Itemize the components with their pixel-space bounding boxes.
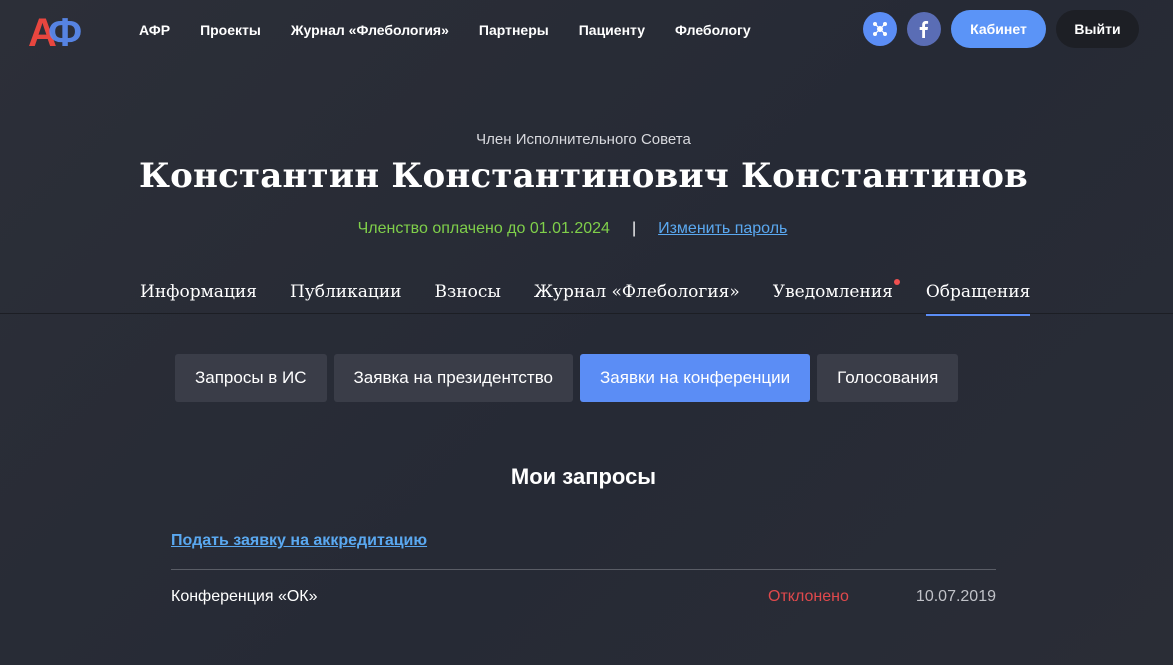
- list-item[interactable]: Конференция «ОК» Отклонено 10.07.2019: [171, 588, 996, 610]
- tab-label: Журнал «Флебология»: [533, 282, 740, 302]
- nav-item-phlebologist[interactable]: Флебологу: [675, 22, 751, 38]
- tab-label: Информация: [140, 282, 257, 302]
- network-social-button[interactable]: [863, 12, 897, 46]
- request-type-tabs: Запросы в ИС Заявка на президентство Зая…: [175, 354, 965, 402]
- tab-information[interactable]: Информация: [140, 282, 257, 316]
- tab-label: Обращения: [925, 282, 1031, 302]
- meta-separator: |: [631, 220, 637, 237]
- facebook-social-button[interactable]: [907, 12, 941, 46]
- nav-item-journal[interactable]: Журнал «Флебология»: [291, 22, 449, 38]
- request-name: Конференция «ОК»: [171, 588, 318, 605]
- notification-dot: [893, 279, 900, 285]
- nav-item-afr[interactable]: АФР: [139, 22, 170, 38]
- tab-fees[interactable]: Взносы: [434, 282, 500, 316]
- tab-requests[interactable]: Обращения: [925, 282, 1031, 316]
- subtab-voting[interactable]: Голосования: [817, 354, 959, 402]
- page-title: Константин Константинович Константинов: [138, 156, 1029, 196]
- tab-label: Публикации: [289, 282, 402, 302]
- section-title: Мои запросы: [510, 464, 657, 489]
- facebook-icon: [919, 21, 929, 38]
- tab-notifications[interactable]: Уведомления: [772, 279, 900, 316]
- request-status: Отклонено: [768, 588, 849, 605]
- nav-item-partners[interactable]: Партнеры: [479, 22, 549, 38]
- tab-label: Взносы: [434, 282, 501, 302]
- site-header: А Ф АФР Проекты Журнал «Флебология» Парт…: [0, 0, 1173, 60]
- change-password-link[interactable]: Изменить пароль: [658, 220, 787, 237]
- main-nav: АФР Проекты Журнал «Флебология» Партнеры…: [139, 22, 781, 38]
- nav-item-projects[interactable]: Проекты: [200, 22, 261, 38]
- tabs-divider: [0, 313, 1173, 314]
- nav-item-patient[interactable]: Пациенту: [579, 22, 645, 38]
- list-divider: [171, 569, 996, 570]
- tab-label: Уведомления: [772, 282, 893, 302]
- subtab-conference-applications[interactable]: Заявки на конференции: [580, 354, 811, 402]
- member-role: Член Исполнительного Совета: [476, 131, 691, 148]
- request-date: 10.07.2019: [915, 588, 996, 605]
- profile-tabs: Информация Публикации Взносы Журнал «Фле…: [140, 279, 1063, 316]
- network-icon: [873, 22, 887, 36]
- subtab-presidency-application[interactable]: Заявка на президентство: [333, 354, 574, 402]
- logout-button[interactable]: Выйти: [1056, 10, 1139, 48]
- apply-accreditation-link[interactable]: Подать заявку на аккредитацию: [171, 532, 427, 550]
- membership-status: Членство оплачено до 01.01.2024: [357, 220, 610, 237]
- tab-publications[interactable]: Публикации: [290, 282, 402, 316]
- profile-meta: Членство оплачено до 01.01.2024 | Изменить…: [0, 220, 1145, 238]
- tab-journal[interactable]: Журнал «Флебология»: [534, 282, 740, 316]
- subtab-council-requests[interactable]: Запросы в ИС: [175, 354, 327, 402]
- logo-icon[interactable]: А Ф: [28, 10, 86, 50]
- cabinet-button[interactable]: Кабинет: [951, 10, 1046, 48]
- svg-text:Ф: Ф: [48, 11, 82, 50]
